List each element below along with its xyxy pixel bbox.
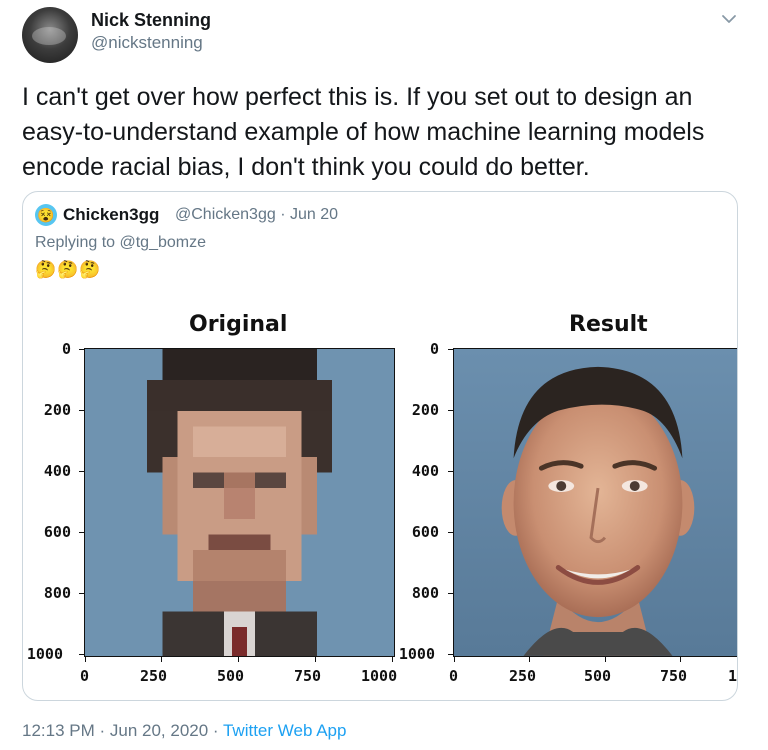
- thinking-emoji-row: 🤔🤔🤔: [35, 260, 102, 279]
- left-x-tick: 500: [217, 667, 245, 685]
- source-app-link[interactable]: Twitter Web App: [223, 721, 346, 740]
- meta-separator: ·: [280, 206, 290, 223]
- left-x-tick: 1000: [361, 667, 398, 685]
- right-plot-title: Result: [569, 312, 648, 337]
- quoted-avatar[interactable]: 😵: [35, 204, 57, 226]
- tweet-timestamp[interactable]: 12:13 PM · Jun 20, 2020 ·: [22, 721, 223, 740]
- left-y-tick: 600: [43, 523, 71, 541]
- tick-mark: [529, 657, 530, 662]
- left-y-tick: 400: [43, 462, 71, 480]
- tick-mark: [238, 657, 239, 662]
- author-handle[interactable]: @nickstenning: [91, 33, 203, 53]
- tick-mark: [454, 657, 455, 662]
- result-upsampled-image: [453, 348, 737, 657]
- right-x-tick: 750: [660, 667, 688, 685]
- tick-mark: [79, 410, 84, 411]
- tick-mark: [85, 657, 86, 662]
- quoted-author-name[interactable]: Chicken3gg: [63, 205, 159, 225]
- quoted-tweet-card[interactable]: 😵 Chicken3gg @Chicken3gg · Jun 20 Replyi…: [22, 191, 738, 701]
- original-pixelated-image: [84, 348, 395, 657]
- pixelated-face-image: [85, 349, 394, 656]
- right-y-tick: 600: [411, 523, 439, 541]
- left-y-tick: 800: [43, 584, 71, 602]
- generated-face-image: [454, 349, 737, 656]
- author-avatar[interactable]: [22, 7, 78, 63]
- tick-mark: [448, 471, 453, 472]
- left-y-tick: 1000: [26, 645, 63, 663]
- right-y-tick: 0: [429, 340, 439, 358]
- quoted-handle[interactable]: @Chicken3gg: [175, 206, 276, 223]
- right-x-tick: 0: [449, 667, 459, 685]
- tick-mark: [315, 657, 316, 662]
- tick-mark: [79, 654, 84, 655]
- tick-mark: [79, 593, 84, 594]
- tick-mark: [79, 471, 84, 472]
- tweet-footer: 12:13 PM · Jun 20, 2020 · Twitter Web Ap…: [22, 721, 346, 741]
- left-x-tick: 0: [80, 667, 90, 685]
- tick-mark: [448, 349, 453, 350]
- author-name[interactable]: Nick Stenning: [91, 10, 211, 31]
- right-y-tick: 200: [411, 401, 439, 419]
- left-x-tick: 750: [294, 667, 322, 685]
- left-y-tick: 0: [61, 340, 71, 358]
- tick-mark: [448, 532, 453, 533]
- tick-mark: [680, 657, 681, 662]
- right-y-tick: 400: [411, 462, 439, 480]
- quoted-date[interactable]: Jun 20: [290, 206, 338, 223]
- left-y-tick: 200: [43, 401, 71, 419]
- chevron-down-icon[interactable]: [719, 12, 739, 26]
- left-x-tick: 250: [140, 667, 168, 685]
- tick-mark: [79, 349, 84, 350]
- tick-mark: [605, 657, 606, 662]
- right-y-tick: 800: [411, 584, 439, 602]
- tick-mark: [448, 593, 453, 594]
- right-x-tick: 250: [509, 667, 537, 685]
- tick-mark: [161, 657, 162, 662]
- replying-to[interactable]: Replying to @tg_bomze: [35, 234, 206, 252]
- tick-mark: [448, 654, 453, 655]
- right-x-tick: 500: [584, 667, 612, 685]
- tweet-text: I can't get over how perfect this is. If…: [22, 83, 705, 181]
- right-y-tick: 1000: [398, 645, 435, 663]
- quoted-meta: @Chicken3gg · Jun 20: [175, 206, 338, 224]
- left-plot-title: Original: [189, 312, 288, 337]
- tick-mark: [79, 532, 84, 533]
- tick-mark: [448, 410, 453, 411]
- right-x-tick: 1: [728, 667, 738, 685]
